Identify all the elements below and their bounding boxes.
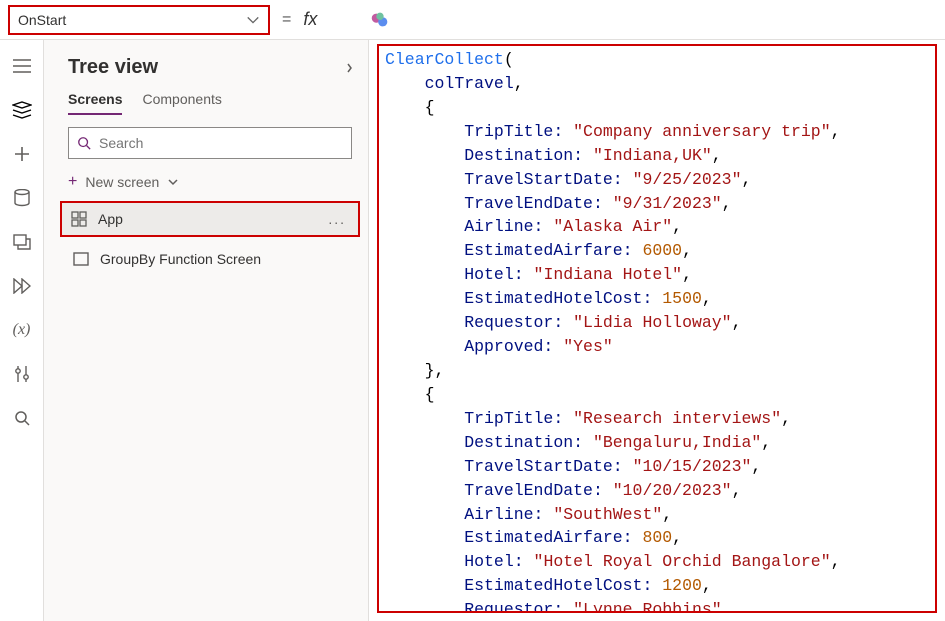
formula-bar: OnStart = fx xyxy=(0,0,945,40)
tree-item-screen[interactable]: GroupBy Function Screen xyxy=(44,241,368,277)
search-input[interactable] xyxy=(99,135,343,151)
search-rail-icon[interactable] xyxy=(12,408,32,428)
tab-components[interactable]: Components xyxy=(142,91,221,115)
chevron-down-icon xyxy=(167,176,179,188)
fx-label: fx xyxy=(303,9,317,30)
tree-item-label: GroupBy Function Screen xyxy=(100,251,261,267)
advanced-tools-icon[interactable] xyxy=(12,364,32,384)
copilot-icon[interactable] xyxy=(369,9,391,31)
tree-item-app[interactable]: App ... xyxy=(60,201,360,237)
screen-icon xyxy=(72,250,90,268)
power-automate-icon[interactable] xyxy=(12,276,32,296)
new-screen-label: New screen xyxy=(85,174,159,190)
tree-view-icon[interactable] xyxy=(12,100,32,120)
tree-view-panel: Tree view Screens Components + New scree… xyxy=(44,40,369,621)
data-icon[interactable] xyxy=(12,188,32,208)
app-icon xyxy=(70,210,88,228)
media-icon[interactable] xyxy=(12,232,32,252)
plus-icon: + xyxy=(68,173,77,191)
left-rail: (x) xyxy=(0,40,44,621)
chevron-down-icon xyxy=(246,13,260,27)
property-selector[interactable]: OnStart xyxy=(8,5,270,35)
tree-view-title: Tree view xyxy=(68,56,158,79)
insert-icon[interactable] xyxy=(12,144,32,164)
tab-screens[interactable]: Screens xyxy=(68,91,122,115)
expand-icon[interactable] xyxy=(340,62,352,74)
search-icon xyxy=(77,136,91,150)
search-input-wrap[interactable] xyxy=(68,127,352,159)
equals-label: = xyxy=(282,11,291,29)
new-screen-button[interactable]: + New screen xyxy=(44,169,368,201)
variables-icon[interactable]: (x) xyxy=(12,320,32,340)
formula-editor[interactable]: ClearCollect( colTravel, { TripTitle: "C… xyxy=(369,40,945,621)
tree-item-label: App xyxy=(98,211,123,227)
property-name: OnStart xyxy=(18,12,66,28)
hamburger-icon[interactable] xyxy=(12,56,32,76)
more-icon[interactable]: ... xyxy=(328,211,346,227)
